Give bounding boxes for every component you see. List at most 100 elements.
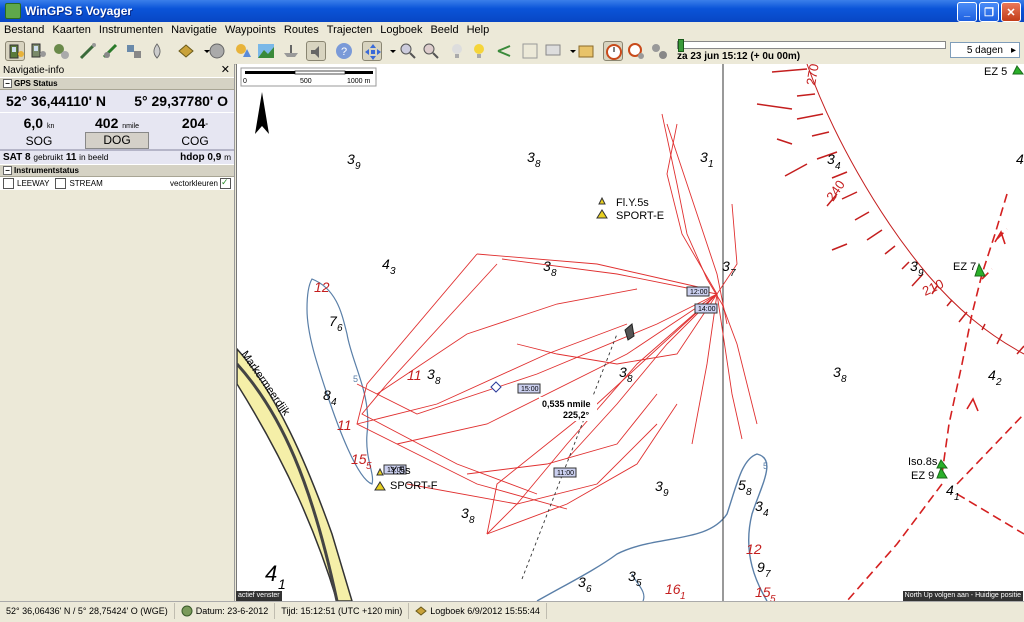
depth-8: 39 — [910, 258, 924, 279]
menu-routes[interactable]: Routes — [280, 24, 323, 36]
dog-button[interactable]: DOG — [85, 132, 149, 149]
help-icon[interactable]: ? — [334, 41, 354, 61]
stream-checkbox[interactable] — [55, 178, 67, 189]
menu-logboek[interactable]: Logboek — [376, 24, 426, 36]
svg-text:7: 7 — [730, 268, 736, 279]
time-gears-icon[interactable] — [649, 41, 669, 61]
svg-text:?: ? — [341, 46, 347, 58]
gps-device-icon[interactable] — [28, 41, 48, 61]
menu-waypoints[interactable]: Waypoints — [221, 24, 280, 36]
window-controls: _ ❐ ✕ — [957, 2, 1021, 22]
panel-close-icon[interactable]: ✕ — [221, 64, 230, 77]
depth-23: 41 — [265, 561, 286, 592]
clock-icon[interactable] — [603, 41, 623, 61]
svg-text:3: 3 — [655, 478, 663, 494]
menu-instrumenten[interactable]: Instrumenten — [95, 24, 167, 36]
pan-arrows-icon[interactable] — [362, 41, 382, 61]
minimize-button[interactable]: _ — [957, 2, 977, 22]
depth-12: 84 — [323, 387, 337, 408]
svg-text:2: 2 — [995, 377, 1002, 388]
chart-map[interactable]: 0 500 1000 m Markermeerdijk 5 5 270 240 … — [236, 64, 1024, 601]
sat-used: 8 — [25, 152, 31, 163]
red-depth-3: 11 — [337, 417, 352, 433]
close-button[interactable]: ✕ — [1001, 2, 1021, 22]
depth-10: 38 — [427, 366, 441, 387]
menu-help[interactable]: Help — [463, 24, 494, 36]
contour-label-right: 5 — [763, 461, 768, 471]
logbook-dropdown-icon[interactable] — [197, 41, 210, 61]
pan-dropdown-icon[interactable] — [383, 41, 396, 61]
ez9-label: EZ 9 — [911, 470, 934, 482]
satellite-row: SAT 8 gebruikt 11 in beeld hdop 0,9 m — [0, 150, 234, 164]
svg-text:16: 16 — [665, 581, 681, 597]
chart-canvas[interactable]: 0 500 1000 m Markermeerdijk 5 5 270 240 … — [237, 64, 1024, 601]
leeway-checkbox[interactable] — [3, 178, 14, 189]
app-icon — [5, 3, 21, 19]
svg-text:3: 3 — [619, 364, 627, 380]
buoy-e-light: Fl.Y.5s — [616, 197, 649, 209]
vectorkleuren-checkbox[interactable] — [220, 177, 231, 189]
sat-view: 11 — [65, 152, 77, 163]
stream-label: STREAM — [69, 179, 103, 188]
time-tag-1500: 15:00 — [521, 386, 539, 393]
route-pen-icon[interactable] — [78, 41, 98, 61]
boat-view-icon[interactable] — [281, 41, 301, 61]
sog-value: 6,0 — [23, 114, 44, 131]
depth-9: 76 — [329, 313, 343, 334]
svg-text:8: 8 — [551, 268, 557, 279]
resize-icon[interactable] — [520, 41, 540, 61]
time-settings-icon[interactable] — [626, 41, 646, 61]
maximize-button[interactable]: ❐ — [979, 2, 999, 22]
zoom-out-icon[interactable] — [421, 41, 441, 61]
gps-settings-icon[interactable] — [51, 41, 71, 61]
svg-text:12: 12 — [314, 279, 330, 295]
anchor-icon[interactable] — [147, 41, 167, 61]
logbook-icon[interactable] — [176, 41, 196, 61]
menu-navigatie[interactable]: Navigatie — [167, 24, 221, 36]
svg-text:3: 3 — [827, 151, 835, 167]
route-nodes-icon[interactable] — [494, 41, 514, 61]
buoy-sport-e: Fl.Y.5s SPORT-E — [596, 196, 664, 222]
vectorkleuren-label: vectorkleuren — [169, 179, 218, 188]
chart-layers-icon[interactable] — [233, 41, 253, 61]
menu-trajecten[interactable]: Trajecten — [323, 24, 376, 36]
svg-text:3: 3 — [700, 149, 708, 165]
instrument-status-section[interactable]: Instrumentstatus — [0, 164, 234, 177]
svg-text:3: 3 — [910, 258, 918, 274]
svg-text:8: 8 — [841, 374, 847, 385]
svg-text:3: 3 — [543, 258, 551, 274]
depth-21: 35 — [628, 568, 642, 589]
menu-beeld[interactable]: Beeld — [426, 24, 462, 36]
screen-icon[interactable] — [543, 41, 563, 61]
sat-view-label: in beeld — [79, 152, 109, 162]
position-row: 52° 36,44110' N 5° 29,37780' O — [0, 90, 234, 113]
chart-pack-icon[interactable] — [576, 41, 596, 61]
sound-icon[interactable] — [306, 41, 326, 61]
light-off-icon[interactable] — [447, 41, 467, 61]
time-slider[interactable] — [677, 39, 946, 52]
waypoint-icon[interactable] — [124, 41, 144, 61]
svg-text:1: 1 — [954, 492, 960, 503]
duration-select[interactable]: 5 dagen — [950, 42, 1020, 58]
buoy-f-light: Y.5s — [390, 465, 411, 477]
svg-text:9: 9 — [918, 268, 924, 279]
light-on-icon[interactable] — [469, 41, 489, 61]
depth-3: 31 — [700, 149, 714, 170]
menu-bestand[interactable]: Bestand — [0, 24, 48, 36]
svg-text:8: 8 — [535, 159, 541, 170]
svg-text:15: 15 — [755, 584, 771, 600]
gps-status-section[interactable]: GPS Status — [0, 77, 234, 90]
status-coords: 52° 36,06436' N / 5° 28,75424' O (WGE) — [0, 603, 175, 619]
zoom-in-icon[interactable] — [398, 41, 418, 61]
menu-kaarten[interactable]: Kaarten — [48, 24, 95, 36]
red-depth-7: 15 5 — [755, 584, 776, 601]
depth-20: 36 — [578, 574, 592, 595]
screen-dropdown-icon[interactable] — [563, 41, 576, 61]
depth-22: 41 — [946, 482, 960, 503]
globe-icon[interactable] — [207, 41, 227, 61]
gps-instrument-icon[interactable] — [5, 41, 25, 61]
route-edit-icon[interactable] — [101, 41, 121, 61]
chart-view-icon[interactable] — [256, 41, 276, 61]
svg-text:6: 6 — [337, 323, 343, 334]
hdop: hdop 0,9 — [180, 152, 222, 163]
